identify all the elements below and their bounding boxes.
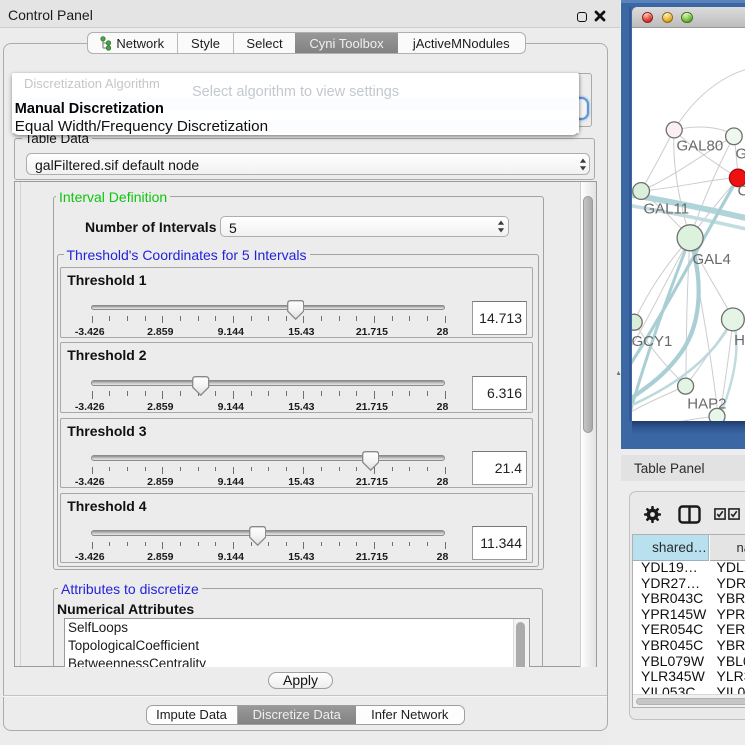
svg-text:GCY1: GCY1 [632,333,672,350]
svg-text:HAP2: HAP2 [687,395,726,412]
svg-text:HA: HA [734,332,745,349]
svg-text:GAL1: GAL1 [735,145,745,162]
svg-text:GAL4: GAL4 [692,251,730,268]
svg-text:CD: CD [737,182,745,199]
svg-text:GAL80: GAL80 [676,137,723,154]
svg-text:GAL11: GAL11 [643,200,689,217]
